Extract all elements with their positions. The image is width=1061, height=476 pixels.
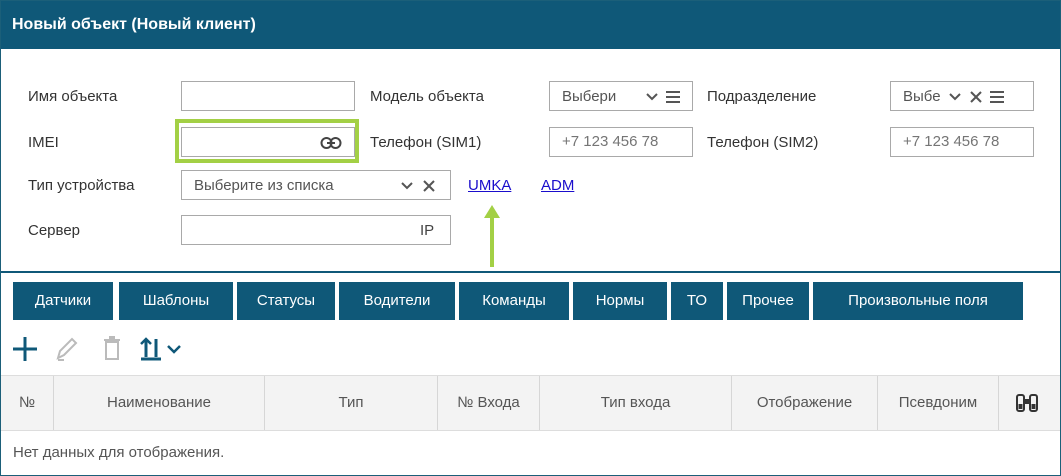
col-number[interactable]: №: [1, 376, 54, 430]
server-ip-suffix: IP: [420, 222, 435, 239]
close-icon[interactable]: [969, 90, 983, 104]
empty-table-message: Нет данных для отображения.: [13, 444, 225, 461]
division-label: Подразделение: [707, 88, 817, 105]
phone1-label: Телефон (SIM1): [370, 134, 482, 151]
object-name-field[interactable]: [181, 81, 355, 111]
edit-icon[interactable]: [53, 332, 79, 366]
col-type[interactable]: Тип: [265, 376, 438, 430]
col-display[interactable]: Отображение: [732, 376, 878, 430]
server-field[interactable]: IP: [181, 215, 451, 245]
umka-link[interactable]: UMKA: [468, 177, 511, 194]
section-divider: [1, 271, 1060, 273]
col-input-number[interactable]: № Входа: [438, 376, 540, 430]
link-icon[interactable]: [320, 136, 342, 150]
imei-field[interactable]: [181, 127, 355, 157]
phone1-input[interactable]: [562, 133, 690, 150]
device-type-label: Тип устройства: [28, 177, 135, 194]
server-input[interactable]: [190, 221, 410, 238]
chevron-down-icon[interactable]: [645, 91, 659, 103]
menu-icon[interactable]: [989, 89, 1005, 105]
division-select-placeholder: Выбе: [903, 88, 941, 105]
chevron-down-icon[interactable]: [948, 91, 962, 103]
phone2-field[interactable]: [890, 127, 1034, 157]
add-icon[interactable]: [11, 332, 39, 366]
tab-statuses[interactable]: Статусы: [237, 282, 335, 320]
col-alias[interactable]: Псевдоним: [878, 376, 999, 430]
chevron-down-icon[interactable]: [400, 180, 414, 192]
tab-custom-fields[interactable]: Произвольные поля: [813, 282, 1023, 320]
tab-maintenance[interactable]: ТО: [671, 282, 723, 320]
device-type-placeholder: Выберите из списка: [194, 177, 334, 194]
tab-drivers[interactable]: Водители: [339, 282, 455, 320]
new-object-window: Новый объект (Новый клиент) Имя объекта …: [0, 0, 1061, 476]
object-name-label: Имя объекта: [28, 88, 118, 105]
division-select[interactable]: Выбе: [890, 81, 1034, 111]
server-label: Сервер: [28, 222, 81, 239]
table-header: № Наименование Тип № Входа Тип входа Ото…: [1, 375, 1060, 431]
tab-templates[interactable]: Шаблоны: [119, 282, 233, 320]
tab-other[interactable]: Прочее: [727, 282, 809, 320]
tab-norms[interactable]: Нормы: [573, 282, 667, 320]
model-select-placeholder: Выбери: [562, 88, 617, 105]
menu-icon[interactable]: [665, 89, 681, 105]
tab-sensors[interactable]: Датчики: [13, 282, 113, 320]
phone2-input[interactable]: [903, 133, 1031, 150]
window-title: Новый объект (Новый клиент): [1, 1, 1060, 49]
device-type-select[interactable]: Выберите из списка: [181, 170, 451, 200]
close-icon[interactable]: [422, 179, 436, 193]
model-label: Модель объекта: [370, 88, 484, 105]
tab-commands[interactable]: Команды: [459, 282, 569, 320]
phone1-field[interactable]: [549, 127, 693, 157]
phone2-label: Телефон (SIM2): [707, 134, 819, 151]
delete-icon[interactable]: [101, 332, 123, 366]
col-input-type[interactable]: Тип входа: [540, 376, 732, 430]
imei-label: IMEI: [28, 134, 59, 151]
object-name-input[interactable]: [190, 87, 354, 104]
imei-input[interactable]: [190, 133, 310, 150]
adm-link[interactable]: ADM: [541, 177, 574, 194]
col-name[interactable]: Наименование: [54, 376, 265, 430]
model-select[interactable]: Выбери: [549, 81, 693, 111]
sort-icon[interactable]: [139, 332, 185, 366]
binoculars-icon[interactable]: [1015, 392, 1039, 414]
arrow-up-icon: [484, 205, 500, 267]
